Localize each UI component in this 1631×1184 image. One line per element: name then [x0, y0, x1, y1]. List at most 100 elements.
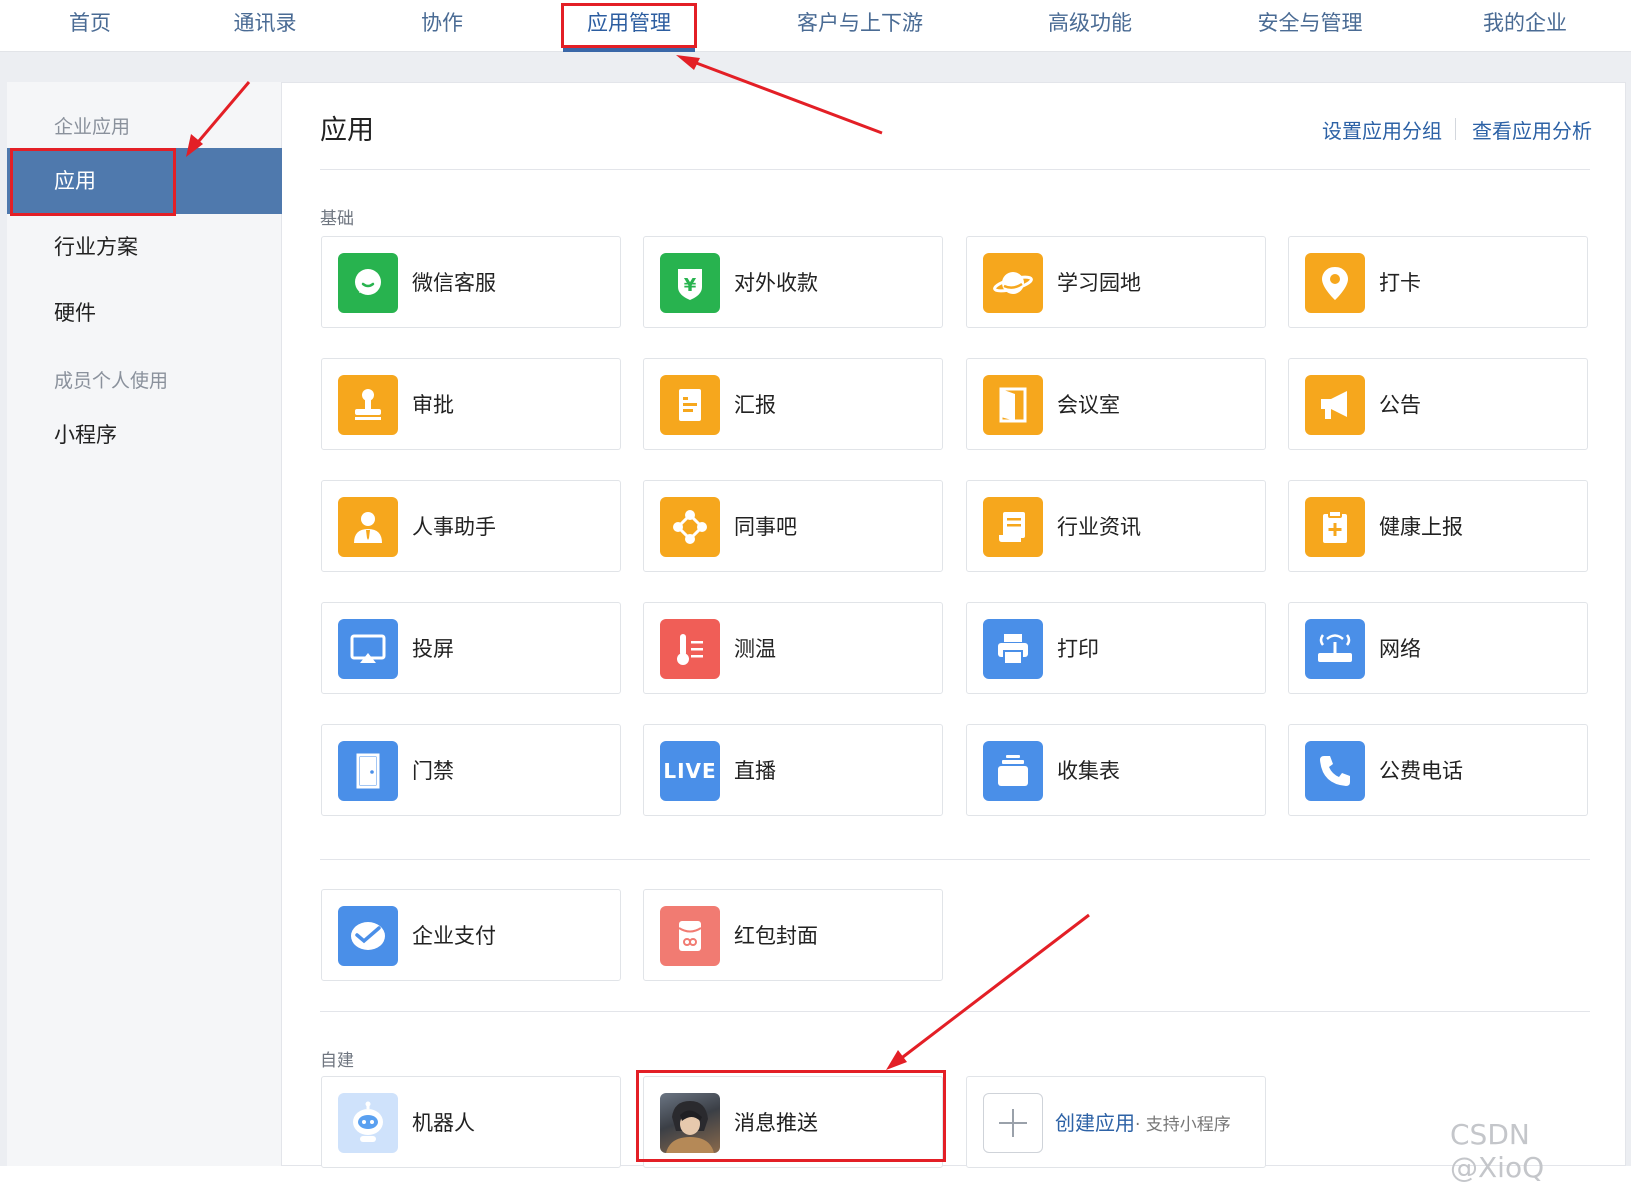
nav-customers[interactable]: 客户与上下游: [790, 0, 930, 52]
app-label: 门禁: [412, 759, 454, 783]
watermark: CSDN @XioQ: [1450, 1118, 1545, 1184]
app-label: 汇报: [734, 393, 776, 417]
sidebar-group-personal: 成员个人使用: [54, 370, 169, 392]
nav-contacts[interactable]: 通讯录: [225, 0, 305, 52]
set-app-group-link[interactable]: 设置应用分组: [1322, 115, 1442, 144]
view-app-analysis-link[interactable]: 查看应用分析: [1472, 115, 1592, 144]
app-card-print[interactable]: 打印: [966, 602, 1266, 694]
app-label: 投屏: [412, 637, 454, 661]
stamp-icon: [338, 375, 398, 435]
svg-text:¥: ¥: [684, 275, 697, 296]
create-app-card[interactable]: 创建应用· 支持小程序: [966, 1076, 1266, 1168]
sidebar: 企业应用 应用 行业方案 硬件 成员个人使用 小程序: [7, 82, 282, 1166]
app-card-collection-form[interactable]: 收集表: [966, 724, 1266, 816]
plus-icon: [983, 1093, 1043, 1153]
sidebar-item-hardware[interactable]: 硬件: [7, 280, 282, 346]
section-divider: [320, 859, 1590, 860]
door-icon: [338, 741, 398, 801]
page-title: 应用: [320, 115, 374, 146]
create-app-label: 创建应用· 支持小程序: [1055, 1077, 1231, 1171]
app-card-message-push[interactable]: 消息推送: [643, 1076, 943, 1168]
live-icon-text: LIVE: [663, 759, 717, 783]
create-app-sub: · 支持小程序: [1135, 1115, 1231, 1135]
app-label: 公告: [1379, 393, 1421, 417]
app-label: 同事吧: [734, 515, 797, 539]
app-card-checkin[interactable]: 打卡: [1288, 236, 1588, 328]
megaphone-icon: [1305, 375, 1365, 435]
app-card-approval[interactable]: 审批: [321, 358, 621, 450]
app-card-robot[interactable]: 机器人: [321, 1076, 621, 1168]
app-card-network[interactable]: 网络: [1288, 602, 1588, 694]
planet-icon: [983, 253, 1043, 313]
robot-icon: [338, 1093, 398, 1153]
network-nodes-icon: [660, 497, 720, 557]
location-pin-icon: [1305, 253, 1365, 313]
nav-my-enterprise[interactable]: 我的企业: [1475, 0, 1575, 52]
app-label: 红包封面: [734, 924, 818, 948]
nav-security[interactable]: 安全与管理: [1250, 0, 1370, 52]
link-divider: [1455, 118, 1456, 140]
app-label: 测温: [734, 637, 776, 661]
app-card-access-control[interactable]: 门禁: [321, 724, 621, 816]
app-label: 收集表: [1057, 759, 1120, 783]
app-card-temperature[interactable]: 测温: [643, 602, 943, 694]
phone-icon: [1305, 741, 1365, 801]
medical-clipboard-icon: [1305, 497, 1365, 557]
sidebar-item-apps[interactable]: 应用: [7, 148, 282, 214]
app-card-industry-news[interactable]: 行业资讯: [966, 480, 1266, 572]
app-label: 直播: [734, 759, 776, 783]
payment-check-icon: [338, 906, 398, 966]
news-scroll-icon: [983, 497, 1043, 557]
app-card-announcement[interactable]: 公告: [1288, 358, 1588, 450]
app-label: 机器人: [412, 1111, 475, 1135]
app-card-wechat-service[interactable]: 微信客服: [321, 236, 621, 328]
nav-advanced[interactable]: 高级功能: [1040, 0, 1140, 52]
nav-home[interactable]: 首页: [50, 0, 130, 52]
app-card-screen-cast[interactable]: 投屏: [321, 602, 621, 694]
router-icon: [1305, 619, 1365, 679]
sidebar-group-enterprise: 企业应用: [54, 116, 131, 138]
chat-bubble-icon: [338, 253, 398, 313]
section-label-basic: 基础: [320, 209, 354, 229]
app-label: 微信客服: [412, 271, 496, 295]
top-navbar: 首页 通讯录 协作 应用管理 客户与上下游 高级功能 安全与管理 我的企业: [0, 0, 1631, 52]
app-label: 审批: [412, 393, 454, 417]
app-card-live[interactable]: LIVE 直播: [643, 724, 943, 816]
app-card-external-payment[interactable]: ¥ 对外收款: [643, 236, 943, 328]
red-envelope-icon: [660, 906, 720, 966]
app-card-report[interactable]: 汇报: [643, 358, 943, 450]
app-label: 网络: [1379, 637, 1421, 661]
app-label: 企业支付: [412, 924, 496, 948]
app-label: 公费电话: [1379, 759, 1463, 783]
app-label: 行业资讯: [1057, 515, 1141, 539]
title-divider: [320, 169, 1590, 170]
app-label: 健康上报: [1379, 515, 1463, 539]
section-divider: [320, 1011, 1590, 1012]
app-card-meeting-room[interactable]: 会议室: [966, 358, 1266, 450]
app-card-learning[interactable]: 学习园地: [966, 236, 1266, 328]
app-card-red-envelope[interactable]: 红包封面: [643, 889, 943, 981]
sidebar-item-industry[interactable]: 行业方案: [7, 214, 282, 280]
app-card-business-phone[interactable]: 公费电话: [1288, 724, 1588, 816]
nav-collaboration[interactable]: 协作: [402, 0, 482, 52]
app-label: 打卡: [1379, 271, 1421, 295]
app-label: 对外收款: [734, 271, 818, 295]
yuan-shield-icon: ¥: [660, 253, 720, 313]
airplay-icon: [338, 619, 398, 679]
thermometer-icon: [660, 619, 720, 679]
app-card-enterprise-payment[interactable]: 企业支付: [321, 889, 621, 981]
app-label: 人事助手: [412, 515, 496, 539]
avatar-photo-icon: [660, 1093, 720, 1153]
section-label-custom: 自建: [320, 1051, 354, 1071]
app-card-colleagues[interactable]: 同事吧: [643, 480, 943, 572]
app-label: 学习园地: [1057, 271, 1141, 295]
nav-app-management[interactable]: 应用管理: [563, 0, 695, 52]
live-icon: LIVE: [660, 741, 720, 801]
app-card-hr-assistant[interactable]: 人事助手: [321, 480, 621, 572]
create-app-link[interactable]: 创建应用: [1055, 1111, 1135, 1135]
sidebar-item-miniprogram[interactable]: 小程序: [7, 402, 282, 468]
stack-tray-icon: [983, 741, 1043, 801]
app-label: 打印: [1057, 637, 1099, 661]
app-card-health-report[interactable]: 健康上报: [1288, 480, 1588, 572]
app-label: 消息推送: [734, 1111, 818, 1135]
